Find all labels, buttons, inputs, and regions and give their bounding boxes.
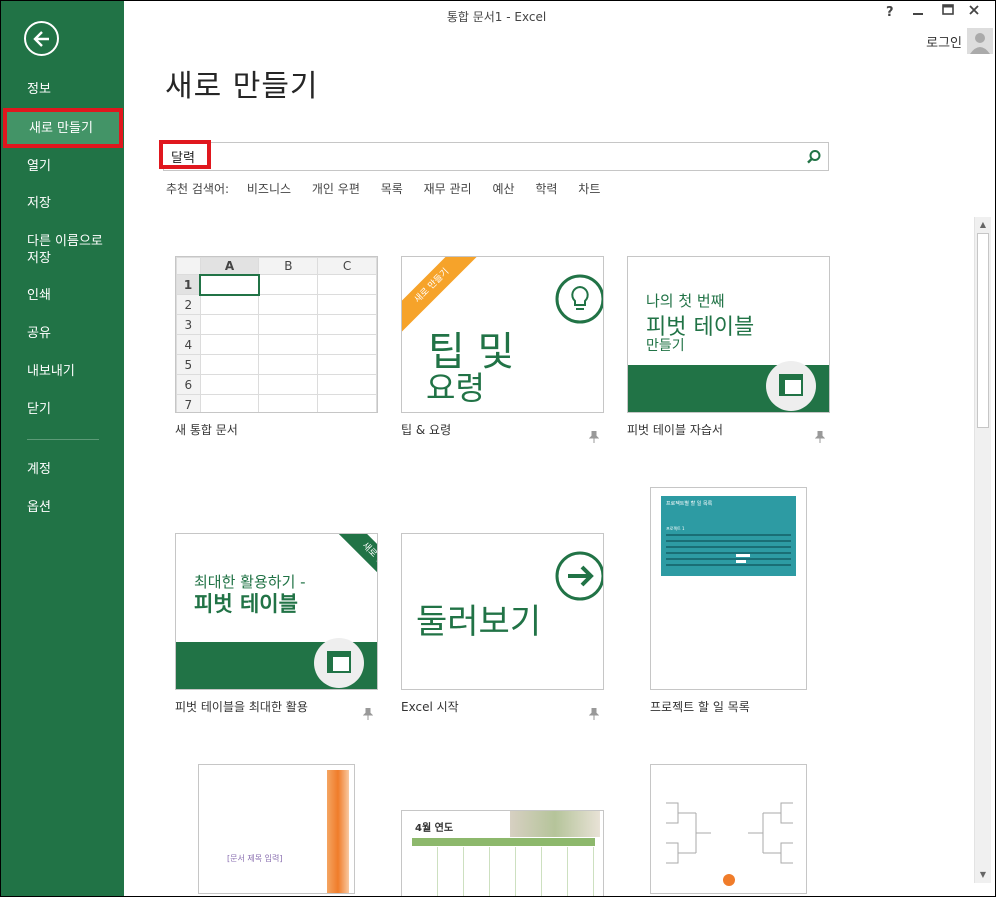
template-label: 새 통합 문서 — [175, 423, 238, 437]
pin-icon[interactable] — [362, 707, 374, 723]
search-icon — [807, 150, 821, 164]
template-thumbnail: 프로젝트별 할 일 목록 프로젝트 1 — [650, 487, 807, 690]
avatar[interactable] — [967, 28, 993, 54]
template-thumbnail: 4월 연도 — [401, 810, 604, 896]
sidebar-item-save[interactable]: 저장 — [1, 195, 124, 212]
lightbulb-icon — [555, 274, 603, 324]
pin-icon[interactable] — [814, 430, 826, 446]
pivot-text: 피벗 테이블 — [194, 592, 298, 616]
sidebar-item-options[interactable]: 옵션 — [1, 499, 124, 516]
search-button[interactable] — [806, 149, 822, 169]
vertical-scrollbar[interactable]: ▲ ▼ — [974, 217, 991, 883]
todo-sub: 프로젝트 1 — [666, 526, 685, 531]
template-label: 프로젝트 할 일 목록 — [650, 700, 750, 714]
todo-preview: 프로젝트별 할 일 목록 프로젝트 1 — [661, 496, 796, 576]
help-button[interactable]: ? — [886, 5, 894, 20]
pivot-icon — [314, 638, 364, 688]
template-label: 피벗 테이블 자습서 — [627, 423, 723, 437]
calendar-title: 4월 연도 — [415, 823, 454, 834]
minimize-button[interactable] — [911, 3, 925, 21]
doc-title-placeholder: [문서 제목 입력] — [227, 854, 283, 863]
pivot-text: 나의 첫 번째 — [646, 292, 725, 310]
sidebar-item-share[interactable]: 공유 — [1, 325, 124, 342]
pivot-icon — [766, 361, 816, 411]
sidebar-item-export[interactable]: 내보내기 — [1, 363, 124, 380]
sidebar-item-open[interactable]: 열기 — [1, 158, 124, 175]
backstage-sidebar: 정보 새로 만들기 열기 저장 다른 이름으로 저장 인쇄 공유 내보내기 닫기… — [1, 1, 124, 896]
minimize-icon — [913, 13, 923, 15]
template-thumbnail: 나의 첫 번째 피벗 테이블 만들기 — [627, 256, 830, 413]
close-icon — [969, 5, 979, 15]
user-icon — [970, 33, 990, 54]
sidebar-item-print[interactable]: 인쇄 — [1, 287, 124, 304]
excel-window: 정보 새로 만들기 열기 저장 다른 이름으로 저장 인쇄 공유 내보내기 닫기… — [1, 1, 995, 896]
todo-header: 프로젝트별 할 일 목록 — [666, 501, 713, 507]
orange-band — [327, 770, 349, 893]
pivot-text: 만들기 — [646, 338, 685, 354]
template-label: Excel 시작 — [401, 700, 459, 714]
suggested-link[interactable]: 비즈니스 — [247, 182, 291, 196]
pin-icon[interactable] — [588, 430, 600, 446]
suggested-label: 추천 검색어: — [166, 182, 230, 196]
sign-in-link[interactable]: 로그인 — [926, 32, 962, 51]
template-thumbnail — [650, 764, 807, 894]
sidebar-item-account[interactable]: 계정 — [1, 461, 124, 478]
maximize-icon — [942, 4, 954, 15]
maximize-button[interactable] — [941, 3, 955, 21]
scroll-thumb[interactable] — [977, 233, 989, 428]
suggested-link[interactable]: 재무 관리 — [424, 182, 472, 196]
suggested-link[interactable]: 학력 — [535, 182, 557, 196]
suggested-link[interactable]: 차트 — [578, 182, 600, 196]
template-thumbnail: 새로 만들기 팁 및 요령 — [401, 256, 604, 413]
arrow-left-icon — [33, 31, 49, 47]
scroll-down-arrow[interactable]: ▼ — [975, 867, 991, 883]
pin-icon[interactable] — [588, 707, 600, 723]
template-thumbnail: ABC 1 2 3 4 5 6 7 — [175, 256, 378, 413]
calendar-header-row — [412, 838, 595, 846]
scroll-up-arrow[interactable]: ▲ — [975, 217, 991, 233]
close-window-button[interactable] — [967, 3, 981, 21]
template-label: 피벗 테이블을 최대한 활용 — [175, 700, 308, 714]
arrow-right-icon — [555, 551, 603, 601]
suggested-searches: 추천 검색어: 비즈니스 개인 우편 목록 재무 관리 예산 학력 차트 — [166, 180, 617, 197]
search-input[interactable] — [164, 143, 794, 170]
template-search-box: 달력 — [159, 140, 829, 171]
suggested-link[interactable]: 개인 우편 — [312, 182, 360, 196]
suggested-link[interactable]: 예산 — [492, 182, 514, 196]
calendar-grid — [412, 847, 595, 896]
tour-big-text: 둘러보기 — [416, 602, 542, 642]
search-input-value[interactable]: 달력 — [159, 140, 211, 169]
back-button[interactable] — [24, 21, 59, 56]
sidebar-item-close[interactable]: 닫기 — [1, 401, 124, 418]
template-thumbnail: 새로 만들기 최대한 활용하기 - 피벗 테이블 — [175, 533, 378, 690]
page-title: 새로 만들기 — [165, 69, 319, 104]
template-thumbnail: [문서 제목 입력] — [198, 764, 355, 894]
window-title: 통합 문서1 - Excel — [446, 10, 547, 24]
tips-big-text: 요령 — [426, 369, 485, 407]
sidebar-item-new[interactable]: 새로 만들기 — [3, 108, 123, 148]
new-ribbon: 새로 만들기 — [333, 534, 377, 606]
sidebar-item-save-as[interactable]: 다른 이름으로 저장 — [1, 233, 111, 267]
sidebar-divider — [27, 439, 99, 440]
template-label: 팁 & 요령 — [401, 423, 452, 437]
template-thumbnail: 둘러보기 — [401, 533, 604, 690]
calendar-photo — [510, 811, 600, 837]
bracket-preview — [666, 802, 793, 886]
sidebar-item-info[interactable]: 정보 — [1, 81, 124, 98]
suggested-link[interactable]: 목록 — [381, 182, 403, 196]
